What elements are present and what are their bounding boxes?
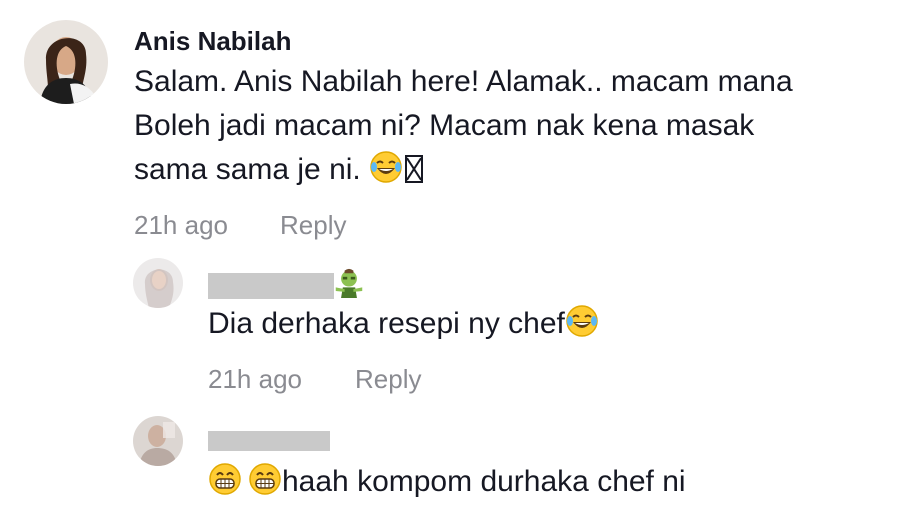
grinning-face-emoji xyxy=(248,462,282,496)
avatar-anis-nabilah[interactable] xyxy=(24,20,108,104)
comment-username[interactable] xyxy=(208,268,364,300)
tears-of-joy-emoji xyxy=(565,304,599,338)
zombie-emoji xyxy=(334,268,364,298)
redacted-username xyxy=(208,431,330,452)
comment-text-segment: haah kompom durhaka chef ni xyxy=(282,465,686,498)
comment-username[interactable]: Anis Nabilah xyxy=(134,26,291,57)
comment-username[interactable] xyxy=(208,424,330,455)
reply-button[interactable]: Reply xyxy=(355,364,421,395)
comment-time: 21h ago xyxy=(134,210,228,240)
reply-button[interactable]: Reply xyxy=(280,210,346,241)
grinning-face-emoji xyxy=(208,462,242,496)
redacted-username xyxy=(208,273,334,300)
comment-text-segment: sama sama je ni. xyxy=(134,153,361,186)
comment-text-line: Boleh jadi macam ni? Macam nak kena masa… xyxy=(134,109,755,142)
avatar-reply-user[interactable] xyxy=(133,416,183,466)
comment-text: haah kompom durhaka chef ni xyxy=(208,460,686,504)
tears-of-joy-emoji xyxy=(369,150,403,184)
missing-glyph-icon xyxy=(405,155,424,183)
comment-text: Salam. Anis Nabilah here! Alamak.. macam… xyxy=(134,60,894,192)
comment-text-segment: Dia derhaka resepi ny chef xyxy=(208,307,565,340)
comment-time: 21h ago xyxy=(208,364,302,394)
comment-text-line: Salam. Anis Nabilah here! Alamak.. macam… xyxy=(134,65,793,98)
avatar-reply-user[interactable] xyxy=(133,258,183,308)
comment-text-line: sama sama je ni. xyxy=(134,148,894,192)
comment-text: Dia derhaka resepi ny chef xyxy=(208,302,599,346)
